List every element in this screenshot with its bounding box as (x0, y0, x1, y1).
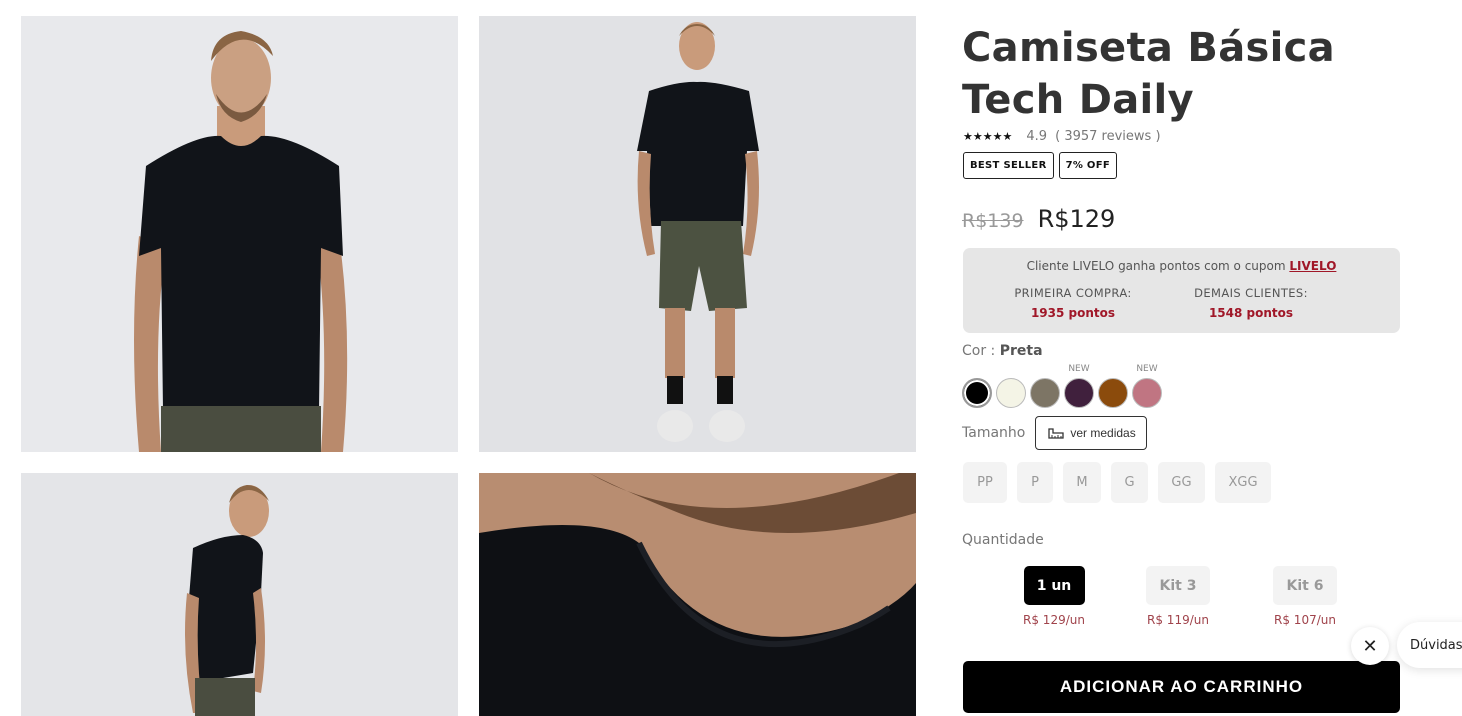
livelo-first-purchase: PRIMEIRA COMPRA: 1935 pontos (993, 286, 1153, 320)
product-photo-collar-closeup[interactable] (479, 473, 916, 716)
rating-value: 4.9 (1026, 129, 1047, 144)
color-swatch[interactable] (1030, 378, 1060, 408)
product-badges: BEST SELLER 7% OFF (963, 152, 1118, 179)
size-guide-button[interactable]: ver medidas (1035, 416, 1147, 450)
rating-text: 4.9 ( 3957 reviews ) (1026, 129, 1164, 144)
new-color-tag: NEW (1068, 364, 1090, 374)
color-swatch-wrap (962, 364, 992, 408)
ruler-icon (1048, 428, 1064, 439)
star-rating-icon: ★★★★★ (963, 130, 1013, 143)
color-swatch-wrap (1030, 364, 1060, 408)
size-label: Tamanho (962, 425, 1026, 441)
size-option[interactable]: XGG (1215, 462, 1271, 503)
size-option[interactable]: G (1111, 462, 1148, 503)
color-swatch[interactable] (996, 378, 1026, 408)
add-to-cart-button[interactable]: ADICIONAR AO CARRINHO (963, 661, 1400, 713)
size-option[interactable]: P (1017, 462, 1053, 503)
size-option[interactable]: M (1063, 462, 1101, 503)
color-swatch[interactable] (1132, 378, 1162, 408)
color-swatch-wrap: NEW (1132, 364, 1162, 408)
selected-color: Preta (999, 343, 1043, 359)
livelo-first-points: 1935 pontos (1030, 306, 1116, 320)
color-label-text: Cor : (962, 343, 996, 359)
review-count: ( 3957 reviews ) (1055, 129, 1161, 144)
product-photo-full-body[interactable] (479, 16, 916, 452)
quantity-option: 1 un R$ 129/un (1019, 566, 1089, 627)
help-label: Dúvidas (1410, 637, 1462, 653)
livelo-points-box: Cliente LIVELO ganha pontos com o cupom … (963, 248, 1400, 333)
quantity-option-button[interactable]: Kit 6 (1273, 566, 1337, 605)
old-price: R$139 (962, 210, 1024, 232)
quantity-unit-price: R$ 129/un (1023, 613, 1085, 627)
price-block: R$139 R$129 (962, 205, 1115, 233)
product-photo-front[interactable] (21, 16, 458, 452)
color-swatch-wrap: NEW (1064, 364, 1094, 408)
quantity-unit-price: R$ 107/un (1274, 613, 1336, 627)
size-option[interactable]: PP (963, 462, 1007, 503)
color-swatch-wrap (996, 364, 1026, 408)
color-swatch[interactable] (1064, 378, 1094, 408)
color-swatch-wrap (1098, 364, 1128, 408)
size-guide-label: ver medidas (1070, 426, 1136, 440)
current-price: R$129 (1037, 205, 1116, 233)
color-swatch[interactable] (962, 378, 992, 408)
product-photo-back-side[interactable] (21, 473, 458, 716)
color-swatch[interactable] (1098, 378, 1128, 408)
size-option[interactable]: GG (1158, 462, 1205, 503)
color-label: Cor : Preta (962, 343, 1043, 359)
badge-best-seller: BEST SELLER (963, 152, 1054, 179)
livelo-text: Cliente LIVELO ganha pontos com o cupom (1026, 259, 1286, 273)
product-title: Camiseta Básica Tech Daily (962, 25, 1335, 123)
rating[interactable]: ★★★★★ 4.9 ( 3957 reviews ) (963, 129, 1165, 144)
color-swatches: NEW NEW (962, 364, 1162, 408)
quantity-option-button[interactable]: 1 un (1023, 566, 1085, 605)
livelo-other-label: DEMAIS CLIENTES: (1194, 286, 1308, 300)
help-chat-button[interactable]: Dúvidas (1397, 622, 1462, 668)
livelo-header: Cliente LIVELO ganha pontos com o cupom … (963, 259, 1400, 273)
photo-back-side-illustration (21, 473, 458, 716)
quantity-option-button[interactable]: Kit 3 (1146, 566, 1210, 605)
size-options: PP P M G GG XGG (963, 462, 1271, 503)
size-row: Tamanho ver medidas (962, 416, 1147, 450)
new-color-tag: NEW (1136, 364, 1158, 374)
quantity-unit-price: R$ 119/un (1147, 613, 1209, 627)
photo-full-body-illustration (479, 16, 916, 452)
badge-discount: 7% OFF (1058, 152, 1118, 179)
quantity-label: Quantidade (962, 532, 1044, 548)
livelo-coupon-link[interactable]: LIVELO (1289, 259, 1336, 273)
livelo-other-points: 1548 pontos (1208, 306, 1294, 320)
close-chat-button[interactable]: ✕ (1351, 627, 1389, 665)
photo-collar-closeup-illustration (479, 473, 916, 716)
close-icon: ✕ (1362, 635, 1378, 657)
livelo-first-label: PRIMEIRA COMPRA: (1014, 286, 1132, 300)
livelo-other-clients: DEMAIS CLIENTES: 1548 pontos (1171, 286, 1331, 320)
quantity-option: Kit 6 R$ 107/un (1270, 566, 1340, 627)
quantity-option: Kit 3 R$ 119/un (1143, 566, 1213, 627)
photo-front-illustration (21, 16, 458, 452)
